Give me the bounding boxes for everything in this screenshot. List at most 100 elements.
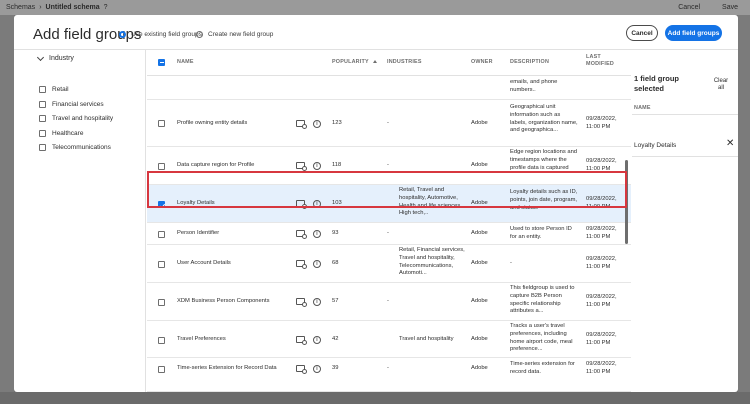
column-industries[interactable]: INDUSTRIES <box>387 59 422 65</box>
radio-use-existing[interactable]: Use existing field groups <box>119 31 202 38</box>
row-name: Time-series Extension for Record Data <box>177 365 277 371</box>
row-industries: - <box>387 365 389 371</box>
info-icon[interactable]: i <box>313 120 321 128</box>
row-name: User Account Details <box>177 260 231 266</box>
info-icon[interactable]: i <box>313 230 321 238</box>
breadcrumb-separator: › <box>39 4 42 11</box>
row-description: - <box>510 260 512 266</box>
close-icon[interactable]: ✕ <box>726 139 734 149</box>
column-last-modified[interactable]: LAST MODIFIED <box>586 54 616 68</box>
row-last-modified: 09/28/2022, 11:00 PM <box>586 116 617 130</box>
row-owner: Adobe <box>471 120 488 126</box>
column-popularity[interactable]: POPULARITY <box>332 59 377 65</box>
selected-count-title: 1 field group selected <box>634 74 679 93</box>
app-right-panel <box>738 15 750 404</box>
preview-icon[interactable] <box>296 120 307 129</box>
row-owner: Adobe <box>471 298 488 304</box>
table-row[interactable]: Travel Preferences i 42 Travel and hospi… <box>147 321 631 358</box>
row-checkbox[interactable] <box>158 120 165 127</box>
table-row[interactable]: User Account Details i 68 Retail, Financ… <box>147 245 631 283</box>
row-name: Data capture region for Profile <box>177 162 255 168</box>
row-popularity: 93 <box>332 230 339 236</box>
filter-option-telecommunications[interactable]: Telecommunications <box>39 144 111 151</box>
table-row[interactable]: XDM Business Person Components i 57 - Ad… <box>147 283 631 321</box>
help-icon[interactable]: ? <box>104 4 108 11</box>
row-checkbox[interactable] <box>158 299 165 306</box>
info-icon[interactable]: i <box>313 260 321 268</box>
row-industries: - <box>387 230 389 236</box>
row-checkbox[interactable] <box>158 163 165 170</box>
row-name: Profile owning entity details <box>177 120 248 126</box>
info-icon[interactable]: i <box>313 336 321 344</box>
checkbox[interactable] <box>39 115 46 122</box>
row-name: Travel Preferences <box>177 336 226 342</box>
row-checkbox[interactable] <box>158 366 165 373</box>
app-cancel-button[interactable]: Cancel <box>678 4 700 11</box>
clear-all-button[interactable]: Clear all <box>713 78 729 92</box>
panel-divider <box>632 114 738 115</box>
checkbox[interactable] <box>39 130 46 137</box>
preview-icon[interactable] <box>296 365 307 374</box>
row-description: Tracks a user's travel preferences, incl… <box>510 323 573 353</box>
app-save-button[interactable]: Save <box>722 4 738 11</box>
radio-use-existing-label: Use existing field groups <box>131 31 202 38</box>
table-row[interactable]: Profile owning entity details i 123 - Ad… <box>147 100 631 147</box>
add-field-groups-button[interactable]: Add field groups <box>665 25 722 41</box>
column-description[interactable]: DESCRIPTION <box>510 59 549 65</box>
preview-icon[interactable] <box>296 230 307 239</box>
info-icon[interactable]: i <box>313 365 321 373</box>
filter-option-travel-hospitality[interactable]: Travel and hospitality <box>39 115 113 122</box>
row-checkbox[interactable] <box>158 337 165 344</box>
industry-filter-toggle[interactable]: Industry <box>36 53 74 62</box>
row-last-modified: 09/28/2022, 11:00 PM <box>586 361 617 375</box>
preview-icon[interactable] <box>296 336 307 345</box>
row-checkbox[interactable] <box>158 231 165 238</box>
breadcrumb-schemas[interactable]: Schemas <box>6 4 35 11</box>
panel-divider <box>632 156 738 157</box>
industry-filter-heading: Industry <box>49 55 74 62</box>
column-owner[interactable]: OWNER <box>471 59 493 65</box>
row-industries: Travel and hospitality <box>399 336 454 342</box>
row-last-modified: 09/28/2022, 11:00 PM <box>586 332 617 346</box>
checkbox[interactable] <box>39 144 46 151</box>
selection-highlight-annotation <box>147 171 627 208</box>
info-icon[interactable]: i <box>313 298 321 306</box>
cancel-button[interactable]: Cancel <box>626 25 658 41</box>
row-owner: Adobe <box>471 230 488 236</box>
filter-option-label: Healthcare <box>52 130 84 137</box>
row-popularity: 118 <box>332 162 342 168</box>
table-row[interactable]: Time-series Extension for Record Data i … <box>147 358 631 392</box>
checkbox[interactable] <box>39 86 46 93</box>
info-icon[interactable]: i <box>313 162 321 170</box>
row-checkbox[interactable] <box>158 261 165 268</box>
preview-icon[interactable] <box>296 162 307 171</box>
row-last-modified: 09/28/2022, 11:00 PM <box>586 294 617 308</box>
chevron-down-icon <box>36 53 45 61</box>
sort-arrow-icon <box>372 60 377 64</box>
select-all-checkbox[interactable] <box>158 59 165 66</box>
filter-option-healthcare[interactable]: Healthcare <box>39 130 83 137</box>
filter-option-retail[interactable]: Retail <box>39 86 69 93</box>
filter-option-label: Financial services <box>52 101 104 108</box>
row-last-modified: 09/28/2022, 11:00 PM <box>586 256 617 270</box>
filter-option-financial-services[interactable]: Financial services <box>39 101 104 108</box>
row-owner: Adobe <box>471 260 488 266</box>
industry-filter: Industry Retail Financial services Trave… <box>14 50 146 392</box>
preview-icon[interactable] <box>296 298 307 307</box>
radio-create-new[interactable]: Create new field group <box>196 31 273 38</box>
table-row[interactable]: Person Identifier i 93 - Adobe Used to s… <box>147 223 631 245</box>
row-industries: - <box>387 298 389 304</box>
row-owner: Adobe <box>471 365 488 371</box>
column-popularity-label: POPULARITY <box>332 59 369 65</box>
app-left-panel <box>0 15 14 404</box>
preview-icon[interactable] <box>296 260 307 269</box>
table-row[interactable]: emails, and phone numbers.. <box>147 77 631 100</box>
row-description: This fieldgroup is used to capture B2B P… <box>510 285 575 315</box>
checkbox[interactable] <box>39 101 46 108</box>
row-description: Geographical unit information such as la… <box>510 104 578 134</box>
table-header: NAME POPULARITY INDUSTRIES OWNER DESCRIP… <box>147 50 631 76</box>
row-description: Used to store Person ID for an entity. <box>510 226 572 240</box>
row-owner: Adobe <box>471 336 488 342</box>
row-popularity: 123 <box>332 120 342 126</box>
column-name[interactable]: NAME <box>177 59 194 65</box>
